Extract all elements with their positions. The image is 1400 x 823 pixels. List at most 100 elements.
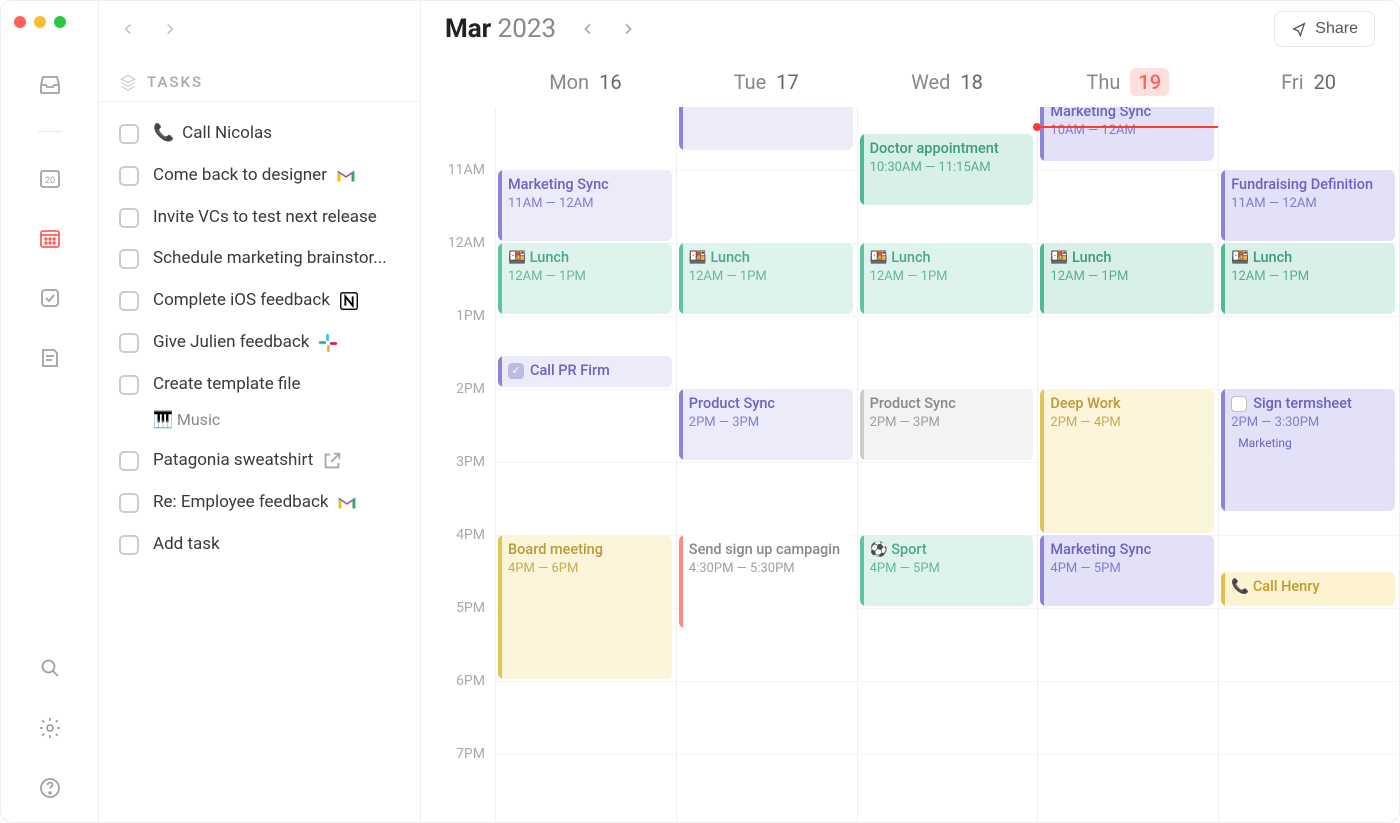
day-column[interactable]: ✓Prepare Lunch9AM — 10:45AM 🍱 Lunch12AM —…: [676, 107, 857, 822]
close-window-icon[interactable]: [14, 16, 26, 28]
day-column[interactable]: Doctor appointment10:30AM — 11:15AM 🍱 Lun…: [857, 107, 1038, 822]
settings-icon[interactable]: [36, 714, 64, 742]
month-nav: [580, 21, 636, 37]
event-title: Send sign up campagin: [689, 541, 845, 558]
search-icon[interactable]: [36, 654, 64, 682]
task-item[interactable]: Patagonia sweatshirt: [117, 443, 402, 479]
help-icon[interactable]: [36, 774, 64, 802]
calendar-event[interactable]: ⚽ Sport4PM — 5PM: [860, 535, 1034, 606]
task-label: Give Julien feedback: [153, 331, 339, 355]
share-button[interactable]: Share: [1274, 11, 1375, 47]
task-checkbox[interactable]: [119, 375, 139, 395]
task-item[interactable]: Complete iOS feedback: [117, 283, 402, 319]
calendar-event[interactable]: 📞 Call Henry: [1221, 572, 1395, 607]
tasks-header: TASKS: [99, 57, 420, 102]
calendar-header: Mar 2023 Share: [421, 1, 1399, 57]
calendar-event[interactable]: Marketing Sync10AM — 12AM: [1040, 107, 1214, 161]
day-of-week: Fri: [1281, 70, 1303, 94]
day-of-week: Tue: [734, 70, 767, 94]
add-task-button[interactable]: Add task: [117, 527, 402, 563]
share-label: Share: [1315, 20, 1358, 38]
calendar-event[interactable]: Product Sync2PM — 3PM: [860, 389, 1034, 460]
calendar-event[interactable]: 🍱 Lunch12AM — 1PM: [1040, 243, 1214, 314]
hour-label: 12AM: [448, 235, 485, 251]
event-time: 10:30AM — 11:15AM: [870, 160, 1026, 175]
calendar-event[interactable]: Marketing Sync11AM — 12AM: [498, 170, 672, 241]
next-month-icon[interactable]: [620, 21, 636, 37]
event-checkbox[interactable]: [1231, 396, 1247, 412]
event-time: 4PM — 6PM: [508, 561, 664, 576]
day-headers: Mon 16Tue 17Wed 18Thu 19Fri 20: [421, 57, 1399, 107]
task-checkbox[interactable]: [119, 124, 139, 144]
task-checkbox[interactable]: [119, 249, 139, 269]
day-column[interactable]: Fundraising Definition11AM — 12AM🍱 Lunch…: [1218, 107, 1399, 822]
calendar-event[interactable]: Doctor appointment10:30AM — 11:15AM: [860, 134, 1034, 205]
task-item[interactable]: Re: Employee feedback: [117, 485, 402, 521]
calendar-event[interactable]: ✓Prepare Lunch9AM — 10:45AM: [679, 107, 853, 150]
inbox-icon[interactable]: [36, 71, 64, 99]
tasks-icon[interactable]: [36, 284, 64, 312]
day-header[interactable]: Fri 20: [1218, 57, 1399, 107]
calendar-main: Mar 2023 Share Mon 16Tue 17Wed 18Thu 19F…: [421, 1, 1399, 822]
event-checkbox-done-icon[interactable]: ✓: [508, 363, 524, 379]
day-column[interactable]: ✓Prepare presentatMarketing Sync10AM — 1…: [1037, 107, 1218, 822]
event-title: 🍱 Lunch: [508, 249, 664, 266]
task-item[interactable]: Give Julien feedback: [117, 325, 402, 361]
maximize-window-icon[interactable]: [54, 16, 66, 28]
event-title: 🍱 Lunch: [870, 249, 1026, 266]
calendar-event[interactable]: 🍱 Lunch12AM — 1PM: [498, 243, 672, 314]
calendar-icon[interactable]: [36, 224, 64, 252]
day-view-icon[interactable]: 20: [36, 164, 64, 192]
calendar-event[interactable]: Deep Work2PM — 4PM: [1040, 389, 1214, 533]
event-time: 12AM — 1PM: [870, 269, 1026, 284]
hour-label: 1PM: [456, 308, 485, 324]
task-sidebar: TASKS 📞 Call Nicolas Come back to designe…: [99, 1, 421, 822]
event-title: Marketing Sync: [1050, 541, 1206, 558]
event-title: 📞 Call Henry: [1231, 578, 1387, 595]
day-header[interactable]: Mon 16: [495, 57, 676, 107]
notes-icon[interactable]: [36, 344, 64, 372]
task-checkbox[interactable]: [119, 535, 139, 555]
day-header[interactable]: Tue 17: [676, 57, 857, 107]
prev-month-icon[interactable]: [580, 21, 596, 37]
task-checkbox[interactable]: [119, 208, 139, 228]
day-header[interactable]: Wed 18: [857, 57, 1038, 107]
calendar-event[interactable]: 🍱 Lunch12AM — 1PM: [1221, 243, 1395, 314]
task-item[interactable]: Schedule marketing brainstor...: [117, 241, 402, 277]
event-time: 4PM — 5PM: [870, 561, 1026, 576]
calendar-event[interactable]: Fundraising Definition11AM — 12AM: [1221, 170, 1395, 241]
calendar-event[interactable]: ✓Call PR Firm: [498, 356, 672, 387]
minimize-window-icon[interactable]: [34, 16, 46, 28]
add-task-label: Add task: [153, 533, 220, 557]
task-item[interactable]: Invite VCs to test next release: [117, 200, 402, 236]
event-title: Product Sync: [689, 395, 845, 412]
calendar-event[interactable]: Sign termsheet2PM — 3:30PMMarketing: [1221, 389, 1395, 511]
back-arrow-icon[interactable]: [119, 20, 137, 38]
event-title: Board meeting: [508, 541, 664, 558]
task-checkbox[interactable]: [119, 493, 139, 513]
task-checkbox[interactable]: [119, 451, 139, 471]
calendar-event[interactable]: Marketing Sync4PM — 5PM: [1040, 535, 1214, 606]
hour-label: 3PM: [456, 454, 485, 470]
event-title: 🍱 Lunch: [1231, 249, 1387, 266]
forward-arrow-icon[interactable]: [161, 20, 179, 38]
calendar-event[interactable]: 🍱 Lunch 12AM — 1PM: [860, 243, 1034, 314]
day-header[interactable]: Thu 19: [1037, 57, 1218, 107]
calendar-grid[interactable]: 10AM11AM12AM1PM2PM3PM4PM5PM6PM7PMMarketi…: [421, 107, 1399, 822]
month-name: Mar: [445, 14, 491, 44]
task-checkbox[interactable]: [119, 166, 139, 186]
task-item[interactable]: Come back to designer: [117, 158, 402, 194]
hour-label: 5PM: [456, 600, 485, 616]
calendar-event[interactable]: 🍱 Lunch12AM — 1PM: [679, 243, 853, 314]
task-label: Create template file🎹 Music: [153, 373, 376, 431]
calendar-event[interactable]: Product Sync2PM — 3PM: [679, 389, 853, 460]
sidebar-nav: [99, 1, 420, 57]
task-item[interactable]: Create template file🎹 Music: [117, 367, 402, 437]
task-checkbox[interactable]: [119, 333, 139, 353]
calendar-event[interactable]: Send sign up campagin4:30PM — 5:30PM: [679, 535, 853, 628]
task-checkbox[interactable]: [119, 291, 139, 311]
day-column[interactable]: Marketing Sync11AM — 12AM🍱 Lunch12AM — 1…: [495, 107, 676, 822]
current-time-dot: [1033, 123, 1041, 131]
calendar-event[interactable]: Board meeting 4PM — 6PM: [498, 535, 672, 679]
task-item[interactable]: 📞 Call Nicolas: [117, 116, 402, 152]
